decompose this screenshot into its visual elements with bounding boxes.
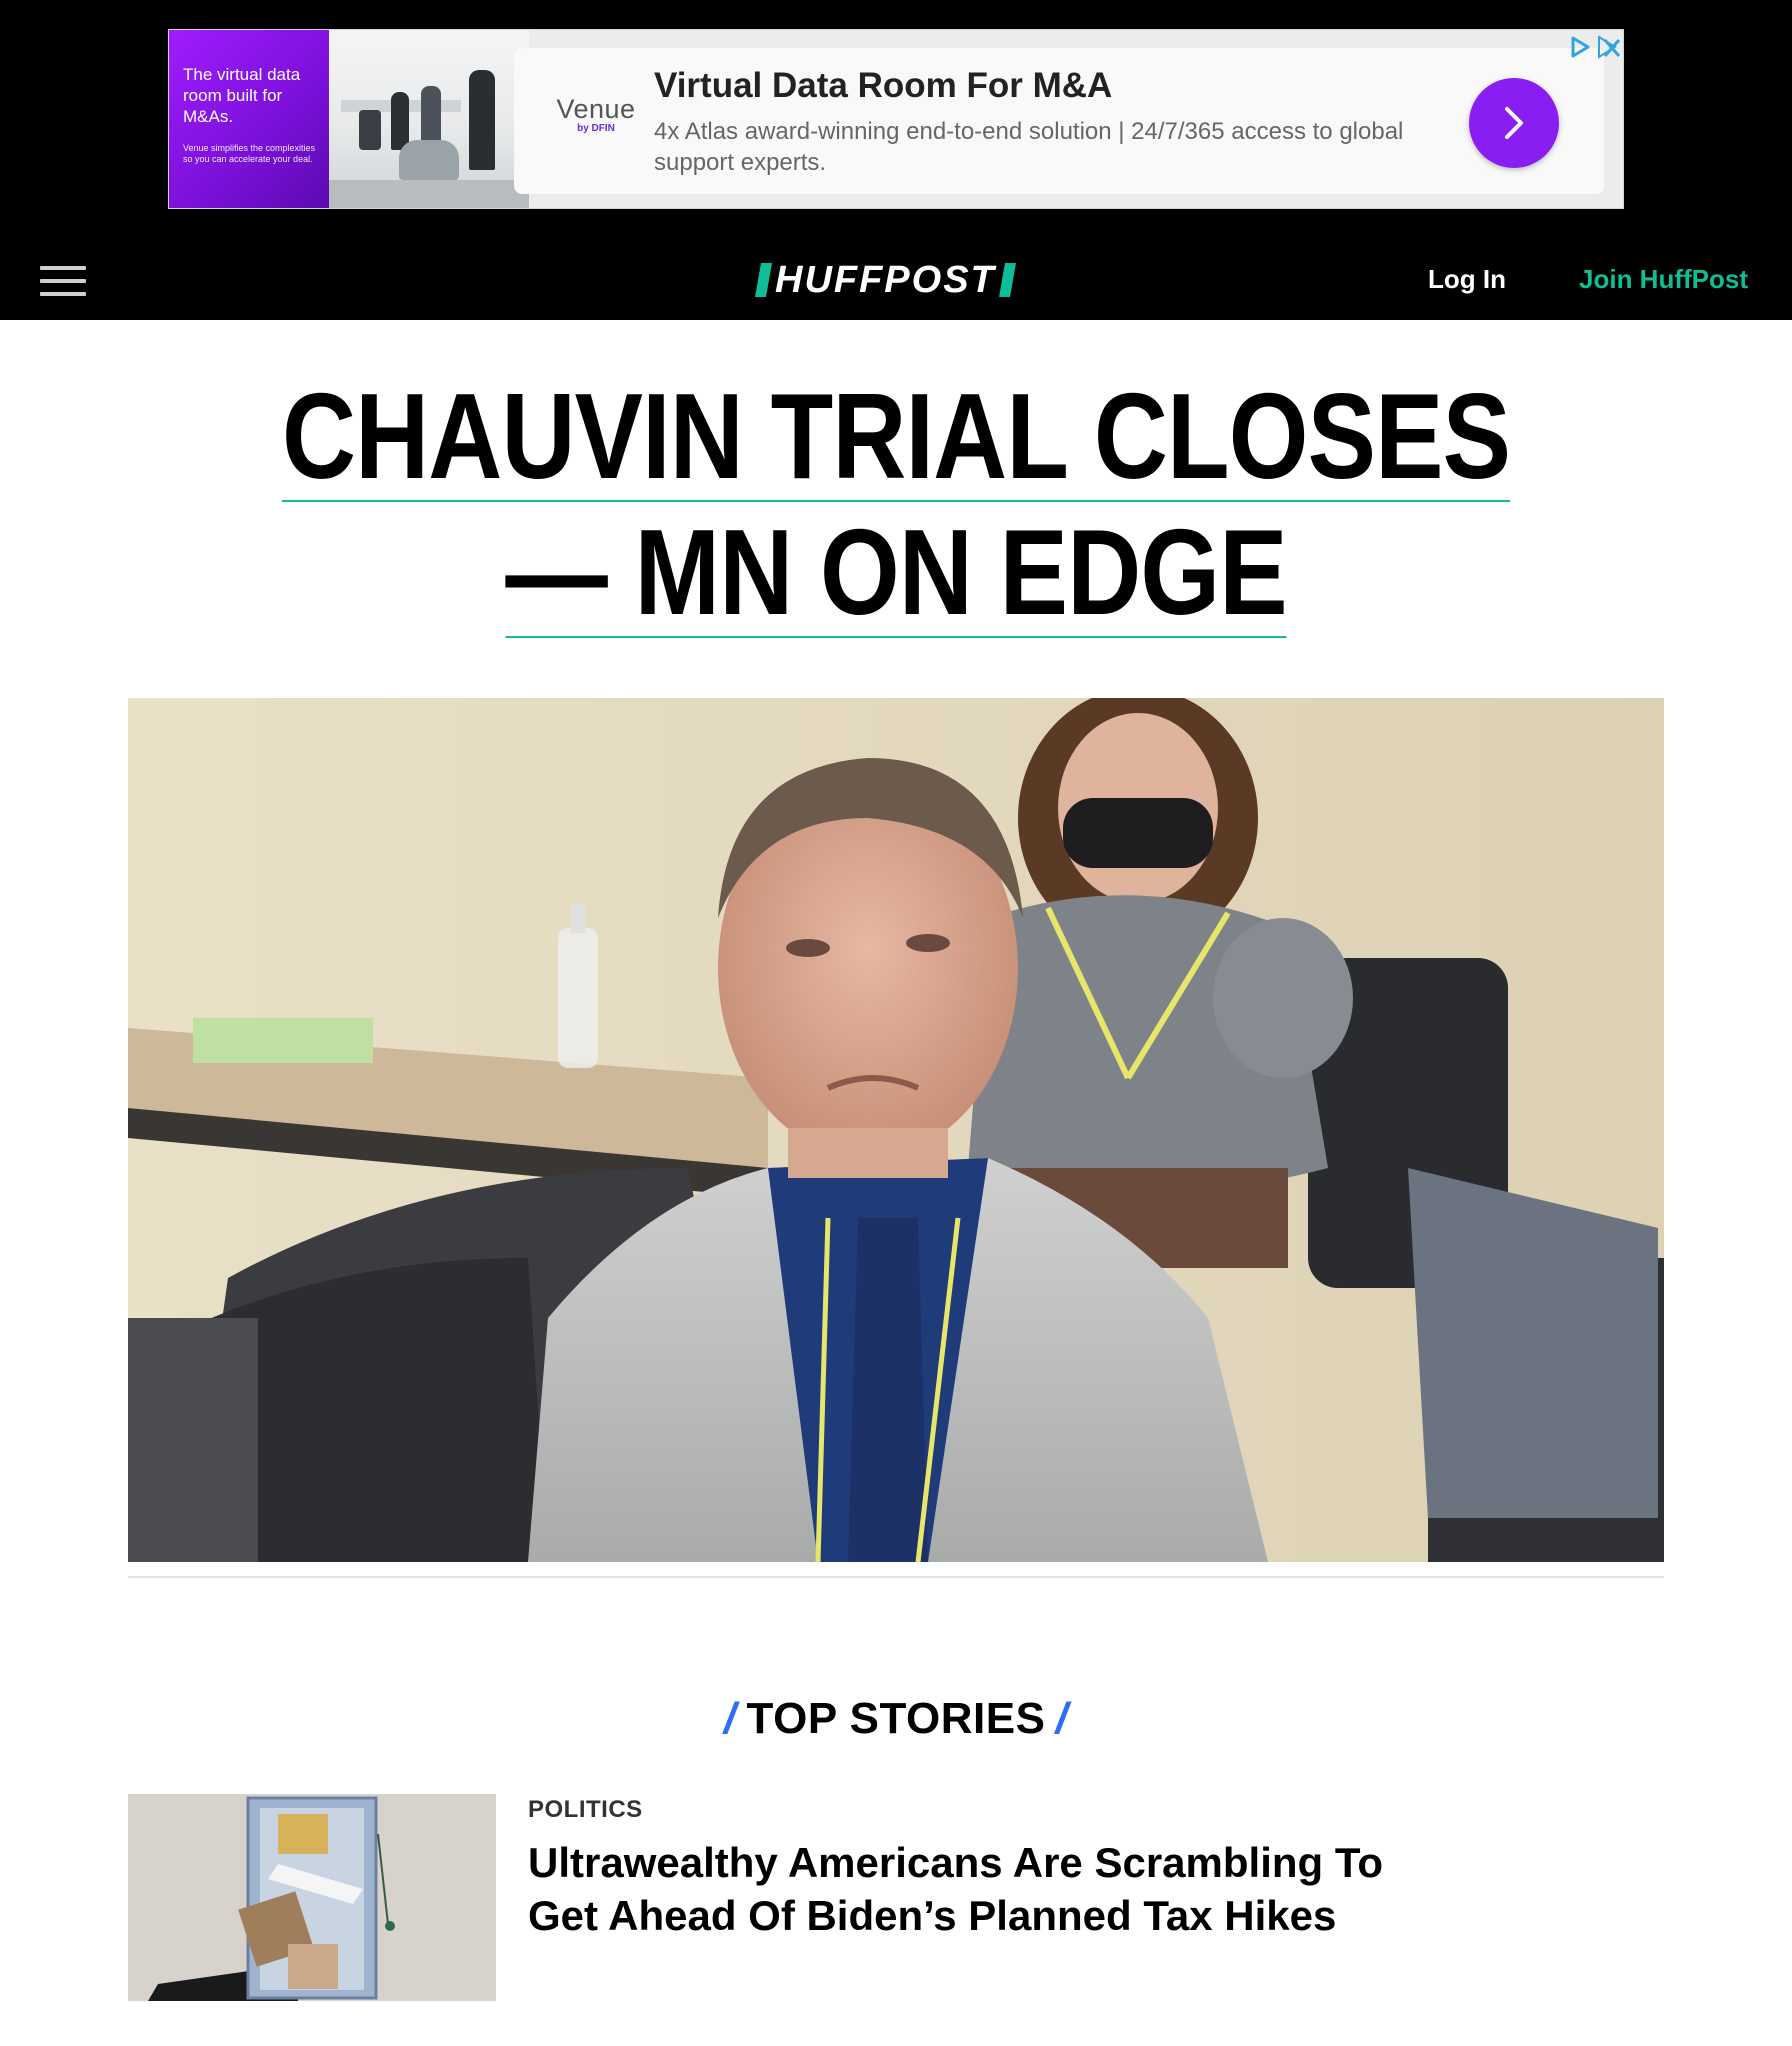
ad-card[interactable]: Venue by DFIN Virtual Data Room For M&A …: [514, 48, 1604, 194]
ad-office-photo: [329, 30, 529, 208]
huffpost-logo[interactable]: HUFFPOST: [755, 259, 1016, 301]
slash-right: /: [1055, 1694, 1069, 1743]
hamburger-menu-icon[interactable]: [40, 266, 86, 296]
site-header: HUFFPOST Log In Join HuffPost: [0, 236, 1792, 320]
ad-description: 4x Atlas award-winning end-to-end soluti…: [654, 118, 1404, 176]
ad-cta-button[interactable]: [1469, 78, 1559, 168]
chevron-right-icon: [1505, 107, 1523, 139]
close-ad-icon[interactable]: [1595, 34, 1621, 60]
story-card[interactable]: POLITICS Ultrawealthy Americans Are Scra…: [128, 1794, 1664, 2004]
ad-headline[interactable]: Virtual Data Room For M&A: [654, 66, 1112, 106]
headline-line-1[interactable]: CHAUVIN TRIAL CLOSES: [281, 375, 1511, 502]
advertisement[interactable]: The virtual data room built for M&As. Ve…: [168, 29, 1624, 209]
login-link[interactable]: Log In: [1428, 264, 1506, 295]
headline-line-2[interactable]: — MN ON EDGE: [505, 511, 1288, 638]
top-stories-title: TOP STORIES: [746, 1694, 1046, 1743]
ad-brand-logo: Venue by DFIN: [546, 94, 646, 134]
hero-image[interactable]: [128, 698, 1664, 1562]
ad-brand-name: Venue: [556, 94, 636, 124]
story-illustration: [128, 1794, 496, 2001]
join-link[interactable]: Join HuffPost: [1579, 264, 1748, 295]
ad-promo-panel[interactable]: The virtual data room built for M&As. Ve…: [169, 30, 329, 208]
divider: [128, 1576, 1664, 1578]
story-category[interactable]: POLITICS: [528, 1796, 643, 1824]
splash-headline[interactable]: CHAUVIN TRIAL CLOSES — MN ON EDGE: [0, 375, 1792, 638]
courtroom-photo: [128, 698, 1664, 1562]
slash-left: /: [723, 1694, 737, 1743]
ad-promo-subtext: Venue simplifies the complexities so you…: [183, 143, 316, 164]
story-headline[interactable]: Ultrawealthy Americans Are Scrambling To…: [528, 1836, 1388, 1942]
ad-promo-text: The virtual data room built for M&As.: [183, 65, 301, 126]
ad-choices[interactable]: [1561, 34, 1621, 60]
logo-text: HUFFPOST: [775, 259, 996, 301]
top-stories-heading: / TOP STORIES /: [0, 1694, 1792, 1744]
ad-banner-area: The virtual data room built for M&As. Ve…: [0, 0, 1792, 236]
story-thumbnail[interactable]: [128, 1794, 496, 2001]
adchoices-icon[interactable]: [1567, 34, 1593, 60]
